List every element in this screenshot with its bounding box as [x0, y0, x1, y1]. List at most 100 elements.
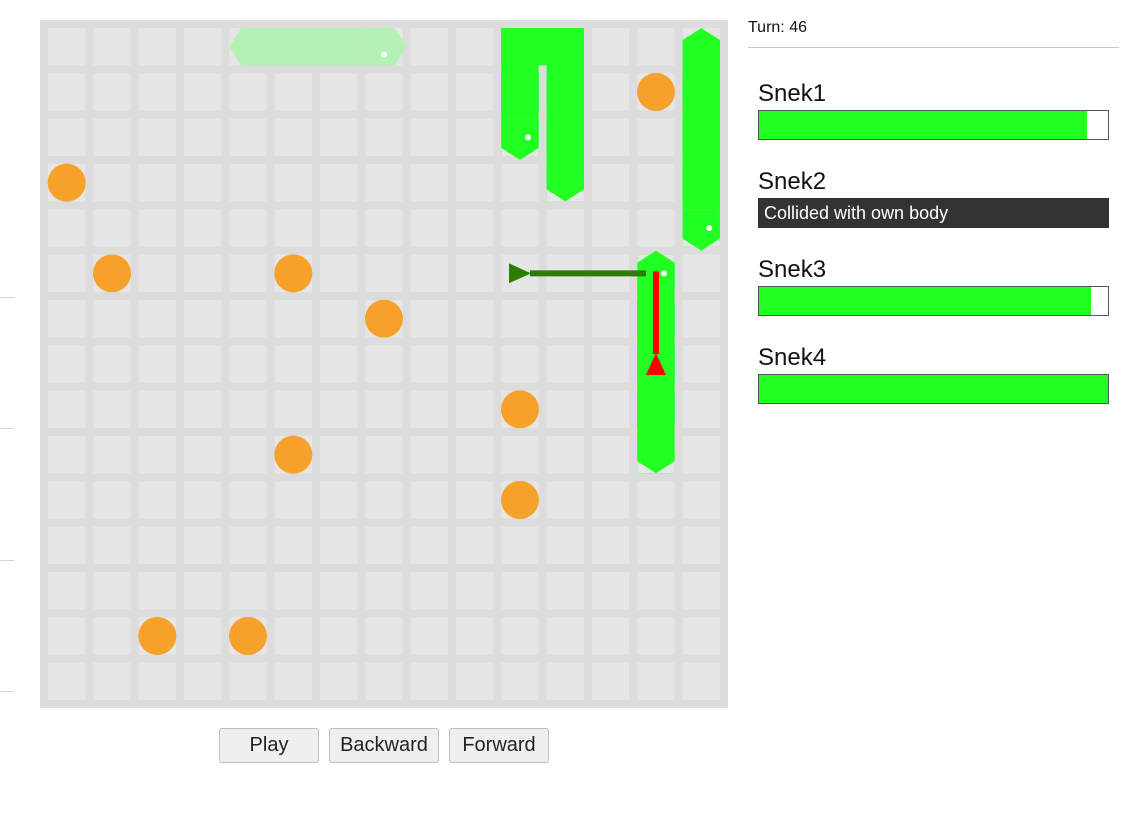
grid-cell	[682, 435, 720, 474]
grid-cell	[274, 617, 312, 655]
grid-cell	[319, 345, 358, 383]
grid-cell	[319, 481, 358, 519]
grid-cell	[501, 345, 539, 383]
grid-cell	[501, 299, 539, 338]
grid-cell	[229, 345, 267, 383]
grid-cell	[48, 28, 86, 66]
grid-cell	[546, 390, 584, 428]
food-pellet	[47, 163, 86, 202]
grid-cell	[48, 571, 86, 610]
grid-cell	[365, 209, 403, 247]
grid-cell	[319, 662, 358, 700]
grid-cell	[93, 118, 131, 156]
grid-cell	[591, 662, 630, 700]
grid-cell	[229, 209, 267, 247]
grid-cell	[93, 299, 131, 338]
grid-cell	[138, 209, 176, 247]
grid-cell	[591, 73, 630, 111]
grid-cell	[546, 571, 584, 610]
grid-cell	[365, 435, 403, 474]
grid-cell	[138, 526, 176, 564]
grid-cell	[93, 28, 131, 66]
grid-cell	[591, 345, 630, 383]
grid-cell	[138, 662, 176, 700]
grid-cell	[229, 662, 267, 700]
grid-cell	[229, 526, 267, 564]
grid-cell	[591, 118, 630, 156]
grid-cell	[274, 209, 312, 247]
grid-cell	[410, 345, 448, 383]
grid-cell	[274, 345, 312, 383]
grid-cell	[365, 163, 403, 202]
grid-cell	[682, 481, 720, 519]
grid-cell	[183, 254, 222, 292]
grid-cell	[183, 526, 222, 564]
snake-eye	[660, 270, 667, 277]
grid-cell	[546, 617, 584, 655]
grid-cell	[93, 163, 131, 202]
health-fill	[759, 287, 1091, 315]
grid-cell	[455, 118, 494, 156]
grid-cell	[48, 481, 86, 519]
edge-divider	[0, 560, 14, 561]
grid-cell	[410, 481, 448, 519]
grid-cell	[183, 345, 222, 383]
grid-cell	[455, 73, 494, 111]
grid-cell	[591, 299, 630, 338]
grid-cell	[455, 254, 494, 292]
grid-cell	[455, 345, 494, 383]
grid-cell	[365, 390, 403, 428]
grid-cell	[138, 73, 176, 111]
grid-cell	[682, 345, 720, 383]
grid-cell	[229, 254, 267, 292]
grid-cell	[410, 571, 448, 610]
divider	[748, 47, 1119, 48]
grid-cell	[546, 209, 584, 247]
grid-cell	[319, 571, 358, 610]
grid-cell	[229, 163, 267, 202]
grid-cell	[319, 617, 358, 655]
grid-cell	[183, 390, 222, 428]
grid-cell	[410, 73, 448, 111]
grid-cell	[365, 118, 403, 156]
snake-name: Snek4	[758, 344, 827, 371]
food-pellet	[228, 616, 267, 655]
health-fill	[759, 111, 1088, 139]
grid-cell	[591, 481, 630, 519]
grid-cell	[183, 28, 222, 66]
grid-cell	[637, 526, 675, 564]
snake-eye	[706, 224, 713, 231]
food-pellet	[274, 254, 313, 293]
grid-cell	[274, 73, 312, 111]
grid-cell	[183, 73, 222, 111]
food-pellet	[500, 480, 539, 519]
grid-cell	[319, 435, 358, 474]
grid-cell	[637, 118, 675, 156]
grid-cell	[591, 435, 630, 474]
grid-cell	[637, 481, 675, 519]
grid-cell	[591, 28, 630, 66]
grid-cell	[183, 571, 222, 610]
grid-cell	[501, 571, 539, 610]
grid-cell	[637, 571, 675, 610]
grid-cell	[410, 526, 448, 564]
snake-name: Snek1	[758, 80, 827, 107]
grid-cell	[319, 299, 358, 338]
grid-cell	[410, 209, 448, 247]
grid-cell	[319, 73, 358, 111]
grid-cell	[274, 299, 312, 338]
grid-cell	[501, 617, 539, 655]
grid-cell	[93, 617, 131, 655]
grid-cell	[455, 209, 494, 247]
forward-button[interactable]: Forward	[449, 728, 549, 763]
grid-cell	[365, 73, 403, 111]
grid-cell	[682, 526, 720, 564]
grid-cell	[455, 28, 494, 66]
grid-cell	[48, 209, 86, 247]
grid-cell	[48, 662, 86, 700]
grid-cell	[591, 617, 630, 655]
grid-cell	[93, 209, 131, 247]
backward-button[interactable]: Backward	[329, 728, 439, 763]
grid-cell	[48, 435, 86, 474]
play-button[interactable]: Play	[219, 728, 319, 763]
